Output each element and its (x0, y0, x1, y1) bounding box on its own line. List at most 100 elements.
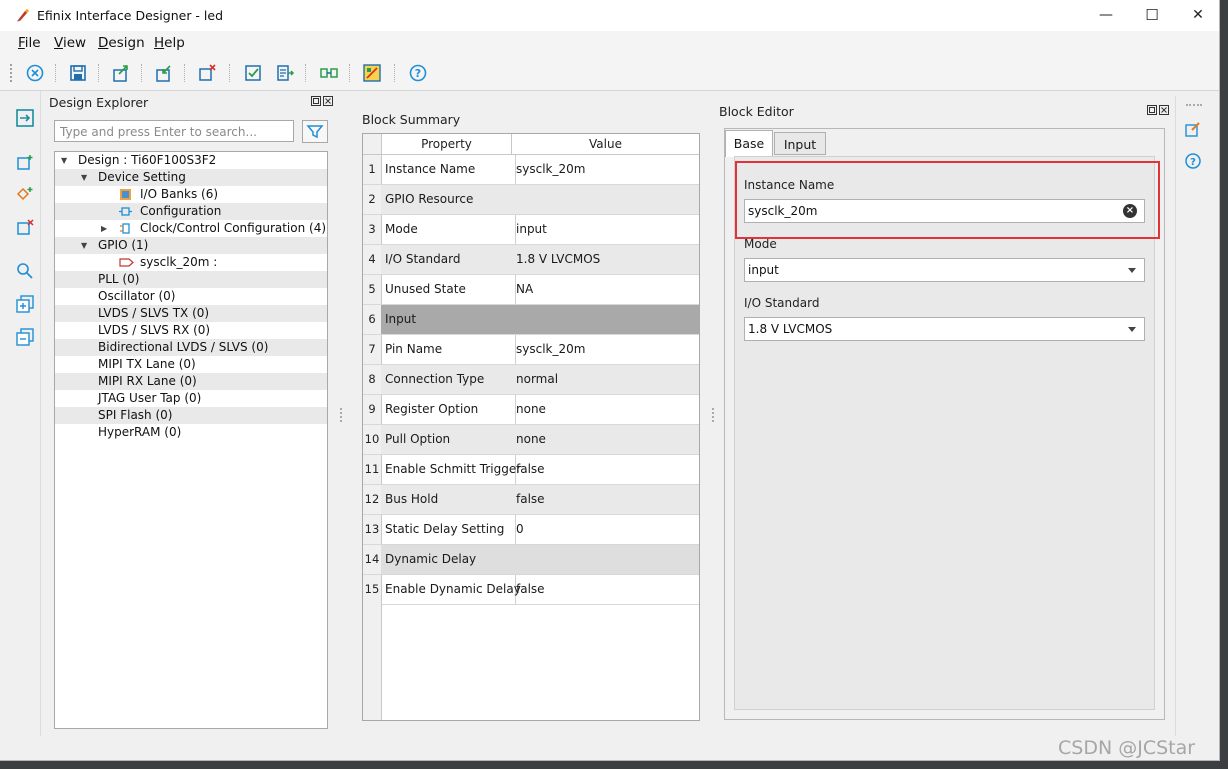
search-input-box[interactable] (54, 120, 294, 142)
check-design-icon[interactable] (242, 62, 264, 84)
tree-item-sysclk[interactable]: sysclk_20m : (55, 254, 327, 271)
table-row[interactable]: 4 I/O Standard 1.8 V LVCMOS (363, 245, 699, 275)
expand-arrow-icon[interactable]: ▼ (81, 169, 87, 186)
link-icon[interactable] (318, 62, 340, 84)
table-row[interactable]: 12 Bus Hold false (363, 485, 699, 515)
table-row[interactable]: 8 Connection Type normal (363, 365, 699, 395)
value-cell: 1.8 V LVCMOS (512, 245, 699, 275)
add-block-icon[interactable] (15, 153, 35, 173)
tree-item-bidir-lvds[interactable]: Bidirectional LVDS / SLVS (0) (55, 339, 327, 356)
table-row[interactable]: 5 Unused State NA (363, 275, 699, 305)
tree-item-mipi-tx[interactable]: MIPI TX Lane (0) (55, 356, 327, 373)
splitter-handle[interactable] (712, 408, 716, 422)
explorer-close-icon[interactable] (323, 96, 333, 109)
resource-view-icon[interactable] (361, 62, 383, 84)
expand-arrow-icon[interactable]: ▼ (61, 152, 67, 169)
menu-file[interactable]: File (18, 35, 41, 51)
tree-item-oscillator[interactable]: Oscillator (0) (55, 288, 327, 305)
table-row[interactable]: 3 Mode input (363, 215, 699, 245)
tree-item-pll[interactable]: PLL (0) (55, 271, 327, 288)
toolbar-separator (141, 64, 143, 82)
value-cell: sysclk_20m (512, 335, 699, 365)
tree-item-gpio[interactable]: ▼ GPIO (1) (55, 237, 327, 254)
tab-input[interactable]: Input (774, 132, 826, 155)
editor-close-icon[interactable] (1159, 105, 1169, 118)
tree-item-lvds-rx[interactable]: LVDS / SLVS RX (0) (55, 322, 327, 339)
row-header-filler (363, 604, 382, 720)
delete-block-icon[interactable] (196, 62, 218, 84)
close-button[interactable]: ✕ (1175, 0, 1221, 31)
mode-select[interactable]: input (744, 258, 1145, 282)
menu-design[interactable]: Design (98, 35, 145, 51)
io-standard-select[interactable]: 1.8 V LVCMOS (744, 317, 1145, 341)
add-gpio-icon[interactable] (15, 185, 35, 205)
tree-item-lvds-tx[interactable]: LVDS / SLVS TX (0) (55, 305, 327, 322)
table-row[interactable]: 10 Pull Option none (363, 425, 699, 455)
value-cell: sysclk_20m (512, 155, 699, 185)
tree-item-io-banks[interactable]: I/O Banks (6) (55, 186, 327, 203)
table-row[interactable]: 2 GPIO Resource (363, 185, 699, 215)
collapse-all-icon[interactable] (15, 327, 35, 347)
block-summary-title: Block Summary (362, 112, 461, 127)
editor-float-icon[interactable] (1147, 105, 1157, 118)
column-header-value[interactable]: Value (512, 134, 699, 155)
table-row[interactable]: 1 Instance Name sysclk_20m (363, 155, 699, 185)
menu-help[interactable]: Help (154, 35, 185, 51)
maximize-button[interactable]: ☐ (1129, 0, 1175, 31)
table-row[interactable]: 15 Enable Dynamic Delay false (363, 575, 699, 605)
property-cell: Enable Dynamic Delay (381, 575, 521, 605)
remove-block-icon[interactable] (15, 218, 35, 238)
tree-item-clock-control[interactable]: ▶ Clock/Control Configuration (4) (55, 220, 327, 237)
editor-form-area (734, 156, 1155, 710)
strip-grip[interactable] (1186, 104, 1202, 106)
window-title: Efinix Interface Designer - led (37, 8, 224, 23)
value-cell (512, 305, 699, 335)
minimize-button[interactable]: — (1083, 0, 1129, 31)
generate-icon[interactable] (274, 62, 296, 84)
expand-arrow-icon[interactable]: ▼ (81, 237, 87, 254)
tree-item-hyperram[interactable]: HyperRAM (0) (55, 424, 327, 441)
edit-block-icon[interactable] (1184, 120, 1202, 138)
splitter-handle[interactable] (340, 408, 344, 422)
tree-item-design[interactable]: ▼ Design : Ti60F100S3F2 (55, 152, 327, 169)
explorer-float-icon[interactable] (311, 96, 321, 109)
status-bar (0, 738, 1219, 760)
filter-button[interactable] (302, 120, 328, 143)
table-row[interactable]: 13 Static Delay Setting 0 (363, 515, 699, 545)
close-design-icon[interactable] (24, 62, 46, 84)
tree-item-jtag[interactable]: JTAG User Tap (0) (55, 390, 327, 407)
help-icon[interactable]: ? (407, 62, 429, 84)
property-cell: Bus Hold (381, 485, 516, 515)
value-cell (512, 545, 699, 575)
table-row[interactable]: 9 Register Option none (363, 395, 699, 425)
collapse-arrow-icon[interactable]: ▶ (101, 220, 107, 237)
table-row[interactable]: 7 Pin Name sysclk_20m (363, 335, 699, 365)
save-icon[interactable] (67, 62, 89, 84)
dock-explorer-icon[interactable] (15, 108, 35, 128)
toolbar-grip[interactable] (10, 64, 15, 82)
tab-base[interactable]: Base (725, 130, 773, 157)
title-bar: Efinix Interface Designer - led — ☐ ✕ (0, 0, 1219, 31)
tree-item-mipi-rx[interactable]: MIPI RX Lane (0) (55, 373, 327, 390)
menu-view[interactable]: View (54, 35, 86, 51)
export-icon[interactable] (110, 62, 132, 84)
value-cell: none (512, 395, 699, 425)
design-tree[interactable]: ▼ Design : Ti60F100S3F2 ▼ Device Setting… (54, 151, 328, 729)
table-row[interactable]: 6 Input (363, 305, 699, 335)
import-icon[interactable] (153, 62, 175, 84)
table-row[interactable]: 11 Enable Schmitt Trigger false (363, 455, 699, 485)
help-icon[interactable]: ? (1184, 152, 1202, 170)
search-icon[interactable] (15, 261, 35, 281)
property-cell: Instance Name (381, 155, 516, 185)
tree-item-device-setting[interactable]: ▼ Device Setting (55, 169, 327, 186)
value-cell: normal (512, 365, 699, 395)
toolbar-separator (55, 64, 57, 82)
tree-item-spi-flash[interactable]: SPI Flash (0) (55, 407, 327, 424)
tree-item-configuration[interactable]: Configuration (55, 203, 327, 220)
table-row[interactable]: 14 Dynamic Delay (363, 545, 699, 575)
expand-all-icon[interactable] (15, 294, 35, 314)
gpio-input-icon (119, 258, 134, 267)
right-tool-strip: ? (1175, 96, 1210, 736)
search-input[interactable] (58, 122, 292, 142)
column-header-property[interactable]: Property (382, 134, 512, 155)
